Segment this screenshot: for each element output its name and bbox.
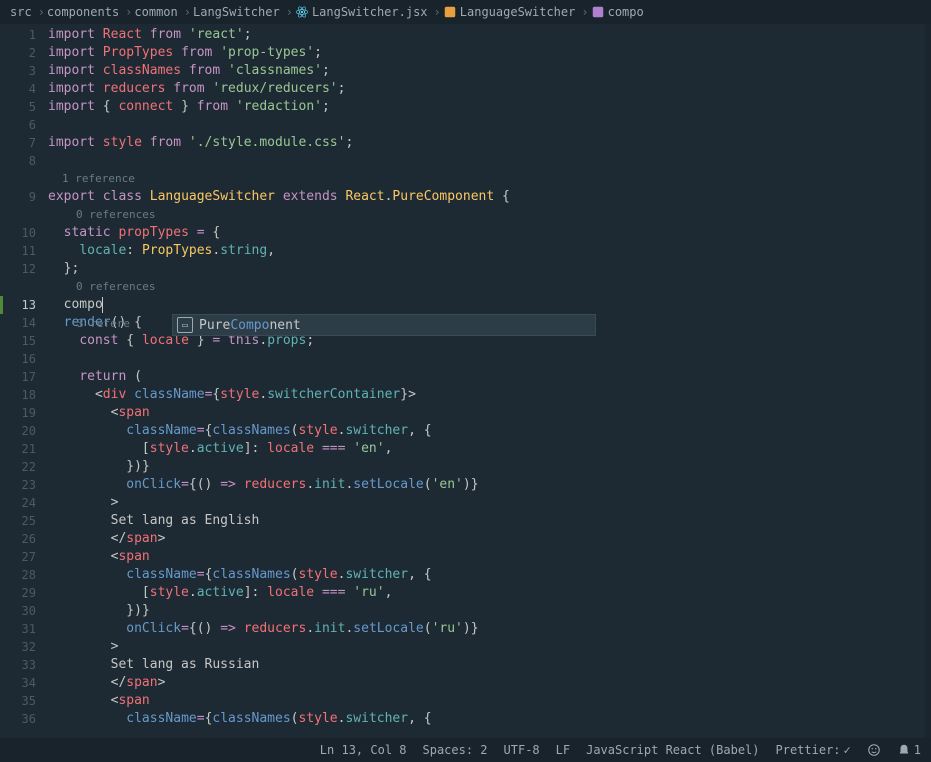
- chevron-right-icon: ›: [581, 5, 588, 19]
- feedback-icon[interactable]: [867, 743, 881, 757]
- autocomplete-item[interactable]: ▭ PureComponent: [173, 315, 595, 335]
- method-icon: [591, 5, 605, 19]
- autocomplete-popup[interactable]: 3 refere ▭ PureComponent: [172, 314, 596, 336]
- notifications-icon[interactable]: 1: [897, 743, 921, 757]
- breadcrumb-item[interactable]: src: [10, 5, 32, 19]
- codelens[interactable]: 0 references: [48, 278, 925, 296]
- text-cursor: [102, 297, 103, 313]
- breadcrumb-item[interactable]: common: [134, 5, 177, 19]
- cursor-position[interactable]: Ln 13, Col 8: [320, 743, 407, 757]
- indentation[interactable]: Spaces: 2: [423, 743, 488, 757]
- breadcrumb-item[interactable]: components: [47, 5, 119, 19]
- breadcrumb-item[interactable]: LangSwitcher: [193, 5, 280, 19]
- chevron-right-icon: ›: [434, 5, 441, 19]
- eol[interactable]: LF: [556, 743, 570, 757]
- breadcrumb-item[interactable]: LanguageSwitcher: [460, 5, 576, 19]
- chevron-right-icon: ›: [125, 5, 132, 19]
- breadcrumb-item[interactable]: LangSwitcher.jsx: [312, 5, 428, 19]
- statusbar: Ln 13, Col 8 Spaces: 2 UTF-8 LF JavaScri…: [0, 738, 931, 762]
- codelens[interactable]: 0 references: [48, 206, 925, 224]
- notification-count: 1: [914, 743, 921, 757]
- suggestion-label: PureComponent: [199, 318, 301, 333]
- breadcrumb-item[interactable]: compo: [608, 5, 644, 19]
- typed-text: compo: [64, 297, 103, 312]
- codelens[interactable]: 1 reference: [48, 170, 925, 188]
- breadcrumb[interactable]: src › components › common › LangSwitcher…: [0, 0, 931, 24]
- chevron-right-icon: ›: [184, 5, 191, 19]
- code-content[interactable]: import React from 'react'; import PropTy…: [48, 24, 925, 738]
- line-gutter: 12345678 9 101112 13 14151617181920 2122…: [0, 24, 48, 738]
- prettier-status[interactable]: Prettier:: [776, 743, 851, 757]
- snippet-icon: ▭: [177, 317, 193, 333]
- language-mode[interactable]: JavaScript React (Babel): [586, 743, 759, 757]
- class-icon: [443, 5, 457, 19]
- codelens-partial: 3 refere: [77, 315, 130, 333]
- code-editor[interactable]: 12345678 9 101112 13 14151617181920 2122…: [0, 24, 931, 738]
- react-file-icon: [295, 5, 309, 19]
- chevron-right-icon: ›: [38, 5, 45, 19]
- minimap[interactable]: [925, 24, 931, 738]
- chevron-right-icon: ›: [286, 5, 293, 19]
- encoding[interactable]: UTF-8: [504, 743, 540, 757]
